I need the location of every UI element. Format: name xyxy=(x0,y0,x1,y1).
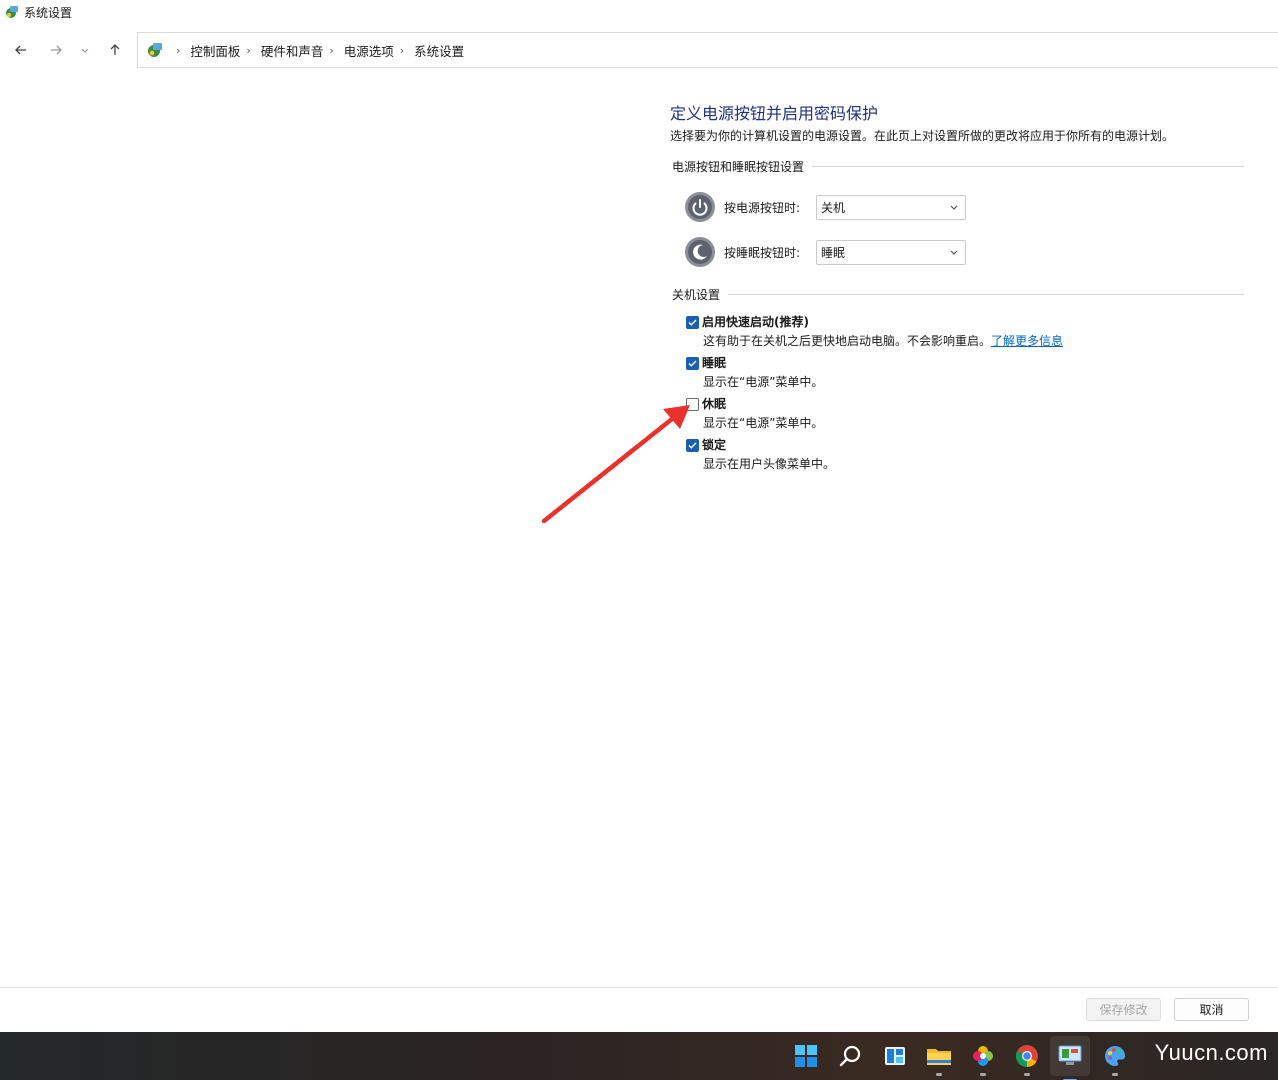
page-title: 定义电源按钮并启用密码保护 xyxy=(670,104,879,123)
fast-startup-description: 这有助于在关机之后更快地启动电脑。不会影响重启。了解更多信息 xyxy=(703,332,1063,349)
power-icon xyxy=(685,192,715,222)
select-value: 关机 xyxy=(821,200,846,215)
control-panel-icon xyxy=(148,43,162,57)
section-label: 电源按钮和睡眠按钮设置 xyxy=(672,160,805,174)
breadcrumb-power-options[interactable]: 电源选项 xyxy=(344,41,394,60)
address-bar[interactable]: › 控制面板 › 硬件和声音 › 电源选项 › 系统设置 xyxy=(137,32,1278,68)
breadcrumb-control-panel[interactable]: 控制面板 xyxy=(190,41,240,60)
running-indicator xyxy=(936,1073,942,1076)
chevron-right-icon[interactable]: › xyxy=(329,44,333,57)
watermark-text: Yuucn.com xyxy=(1154,1040,1268,1065)
running-indicator xyxy=(1112,1073,1118,1076)
control-panel-taskbar-button[interactable] xyxy=(1050,1036,1090,1080)
forward-button[interactable] xyxy=(44,38,68,62)
search-icon[interactable] xyxy=(837,1042,865,1070)
back-button[interactable] xyxy=(9,38,33,62)
breadcrumb-system-settings[interactable]: 系统设置 xyxy=(414,41,464,60)
paint-icon[interactable] xyxy=(1101,1042,1129,1076)
sleep-label[interactable]: 睡眠 xyxy=(702,354,726,371)
chevron-down-icon xyxy=(950,250,958,255)
annotation-arrow xyxy=(541,405,690,524)
widgets-icon[interactable] xyxy=(881,1042,909,1070)
control-panel-icon xyxy=(6,6,18,18)
sleep-checkbox[interactable] xyxy=(686,357,699,370)
select-value: 睡眠 xyxy=(821,245,846,260)
running-indicator xyxy=(980,1073,986,1076)
windows-start-icon[interactable] xyxy=(792,1042,820,1070)
up-button[interactable] xyxy=(103,38,127,62)
running-indicator xyxy=(1024,1073,1030,1076)
section-label: 关机设置 xyxy=(672,288,721,302)
lock-label[interactable]: 锁定 xyxy=(702,436,726,453)
breadcrumb-hardware-sound[interactable]: 硬件和声音 xyxy=(261,41,324,60)
page-description: 选择要为你的计算机设置的电源设置。在此页上对设置所做的更改将应用于你所有的电源计… xyxy=(670,129,1175,143)
hibernate-label[interactable]: 休眠 xyxy=(702,395,726,412)
arrow-up-icon xyxy=(110,44,120,55)
sleep-button-action-select[interactable]: 睡眠 xyxy=(816,239,966,265)
cancel-button[interactable]: 取消 xyxy=(1174,998,1249,1021)
chevron-right-icon: › xyxy=(176,43,181,57)
dialog-footer: 保存修改 取消 xyxy=(0,987,1278,1032)
save-changes-button[interactable]: 保存修改 xyxy=(1086,998,1161,1021)
learn-more-link[interactable]: 了解更多信息 xyxy=(991,334,1063,348)
control-panel-icon xyxy=(1056,1042,1084,1070)
arrow-left-icon xyxy=(15,45,26,55)
title-bar: 系统设置 xyxy=(0,0,1278,24)
fast-startup-label[interactable]: 启用快速启动(推荐) xyxy=(702,313,809,330)
chevron-right-icon[interactable]: › xyxy=(400,44,404,57)
file-explorer-icon[interactable] xyxy=(925,1042,953,1076)
sleep-button-label: 按睡眠按钮时: xyxy=(724,245,801,260)
navigation-bar: › 控制面板 › 硬件和声音 › 电源选项 › 系统设置 xyxy=(0,32,1278,68)
chevron-right-icon[interactable]: › xyxy=(246,44,250,57)
sleep-icon xyxy=(685,237,715,267)
power-section-heading: 电源按钮和睡眠按钮设置 xyxy=(672,158,1244,175)
description-text: 这有助于在关机之后更快地启动电脑。不会影响重启。 xyxy=(703,334,992,348)
power-button-action-select[interactable]: 关机 xyxy=(816,194,966,220)
window-title: 系统设置 xyxy=(24,5,73,20)
hibernate-description: 显示在“电源”菜单中。 xyxy=(703,416,824,430)
checkmark-icon xyxy=(688,319,697,326)
arrow-right-icon xyxy=(51,45,62,55)
power-button-label: 按电源按钮时: xyxy=(724,200,801,215)
power-button-row: 按电源按钮时: 关机 xyxy=(684,190,966,224)
lock-description: 显示在用户头像菜单中。 xyxy=(703,457,836,471)
fast-startup-checkbox[interactable] xyxy=(686,316,699,329)
recent-locations-button[interactable] xyxy=(75,38,95,62)
checkmark-icon xyxy=(688,360,697,367)
chevron-down-icon xyxy=(81,48,89,53)
chevron-down-icon xyxy=(950,205,958,210)
sleep-button-row: 按睡眠按钮时: 睡眠 xyxy=(684,235,966,269)
divider xyxy=(728,294,1244,295)
taskbar xyxy=(0,1032,1278,1080)
divider xyxy=(812,166,1244,167)
photos-icon[interactable] xyxy=(969,1042,997,1076)
shutdown-section-heading: 关机设置 xyxy=(672,286,1244,303)
sleep-description: 显示在“电源”菜单中。 xyxy=(703,375,824,389)
chrome-icon[interactable] xyxy=(1013,1042,1041,1076)
